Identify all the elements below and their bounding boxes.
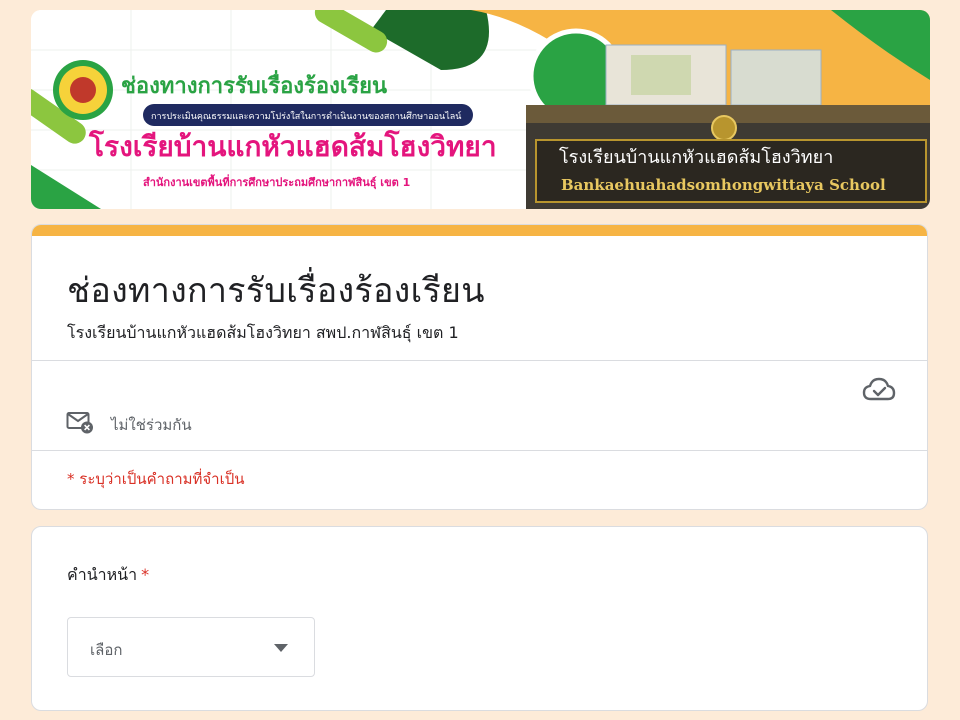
form-description: โรงเรียนบ้านแกหัวแฮดส้มโฮงวิทยา สพป.กาฬส…	[67, 323, 459, 342]
required-asterisk: *	[141, 565, 150, 584]
banner-channel-title: ช่องทางการรับเรื่องร้องเรียน	[121, 69, 387, 99]
question-label-text: คำนำหน้า	[67, 565, 138, 584]
title-prefix-dropdown[interactable]: เลือก	[67, 617, 315, 677]
divider	[32, 450, 927, 451]
email-not-shared-text: ไม่ใช่ร่วมกัน	[111, 416, 192, 434]
question-card-title-prefix: คำนำหน้า * เลือก	[31, 526, 928, 711]
form-accent-bar	[32, 225, 927, 236]
banner-subtitle-pill: การประเมินคุณธรรมและความโปร่งใสในการดำเน…	[151, 110, 461, 122]
form-header-card: ช่องทางการรับเรื่องร้องเรียน โรงเรียนบ้า…	[31, 224, 928, 510]
question-label: คำนำหน้า *	[67, 563, 149, 588]
form-title: ช่องทางการรับเรื่องร้องเรียน	[67, 271, 485, 311]
header-banner: ช่องทางการรับเรื่องร้องเรียน การประเมินค…	[31, 10, 930, 209]
banner-school-name: โรงเรียบ้านแกหัวแฮดส้มโฮงวิทยา	[88, 129, 497, 163]
divider	[32, 360, 927, 361]
banner-sign-english: Bankaehuahadsomhongwittaya School	[561, 176, 886, 194]
cloud-saved-icon	[862, 377, 896, 401]
dropdown-arrow-icon	[274, 644, 288, 652]
required-note: * ระบุว่าเป็นคำถามที่จำเป็น	[67, 470, 245, 488]
mail-not-shared-icon	[66, 412, 93, 434]
banner-sign-thai: โรงเรียนบ้านแกหัวแฮดส้มโฮงวิทยา	[559, 146, 833, 168]
banner-office: สำนักงานเขตพื้นที่การศึกษาประถมศึกษากาฬส…	[143, 174, 410, 190]
dropdown-placeholder: เลือก	[90, 641, 123, 659]
